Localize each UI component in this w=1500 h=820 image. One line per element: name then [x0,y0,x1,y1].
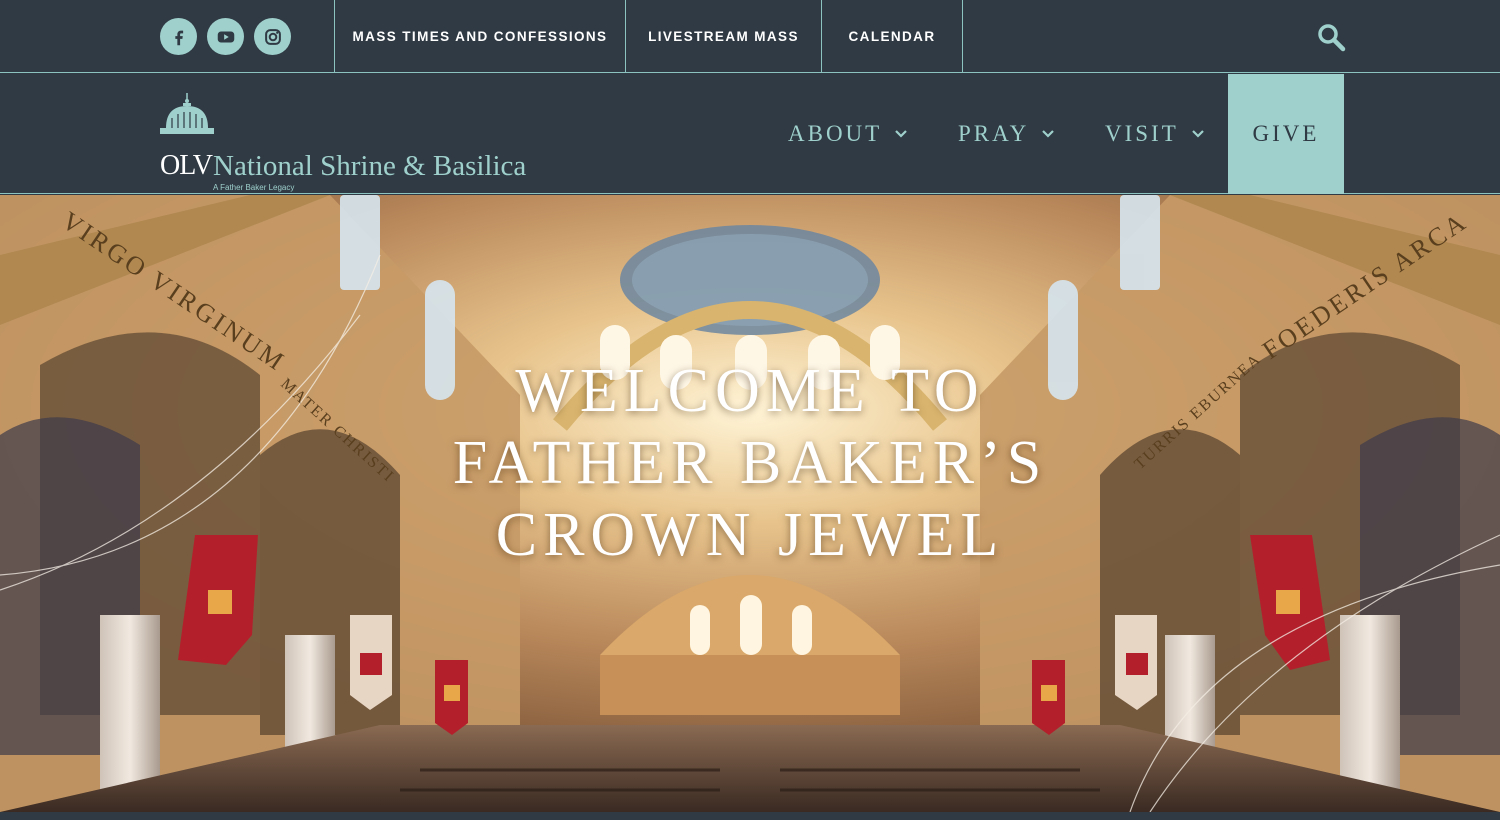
logo-olv: OLV [160,150,213,181]
utility-bar: MASS TIMES AND CONFESSIONS LIVESTREAM MA… [0,0,1500,73]
hero-heading-line: CROWN JEWEL [495,501,1005,569]
chevron-down-icon [895,130,908,138]
divider [962,0,963,73]
nav-about-label: ABOUT [788,121,883,146]
youtube-icon[interactable] [207,18,244,55]
mass-times-link[interactable]: MASS TIMES AND CONFESSIONS [335,0,625,73]
bottom-strip [0,812,1500,820]
nav-visit[interactable]: VISIT [1105,74,1205,194]
hero-heading-line: WELCOME TO [515,357,985,425]
nav-pray-label: PRAY [958,121,1030,146]
nav-visit-label: VISIT [1105,121,1179,146]
hero-heading-line: FATHER BAKER’S [452,429,1048,497]
nav-pray[interactable]: PRAY [958,74,1055,194]
search-icon[interactable] [1314,20,1348,54]
give-button[interactable]: GIVE [1228,74,1344,194]
facebook-icon[interactable] [160,18,197,55]
hero-heading: WELCOME TO FATHER BAKER’S CROWN JEWEL [350,355,1150,571]
logo-tagline: A Father Baker Legacy [213,183,295,192]
hero-banner: VIRGO VIRGINUM MATER CHRISTI FOEDERIS AR… [0,195,1500,812]
social-links [160,18,291,55]
site-logo[interactable]: OLV National Shrine & Basilica A Father … [158,92,538,192]
logo-name: National Shrine & Basilica [213,150,527,182]
nav-about[interactable]: ABOUT [788,74,908,194]
instagram-icon[interactable] [254,18,291,55]
chevron-down-icon [1042,130,1055,138]
calendar-link[interactable]: CALENDAR [822,0,962,73]
basilica-dome-icon [160,93,214,134]
chevron-down-icon [1192,130,1204,138]
main-navigation: OLV National Shrine & Basilica A Father … [0,74,1500,194]
livestream-link[interactable]: LIVESTREAM MASS [626,0,821,73]
